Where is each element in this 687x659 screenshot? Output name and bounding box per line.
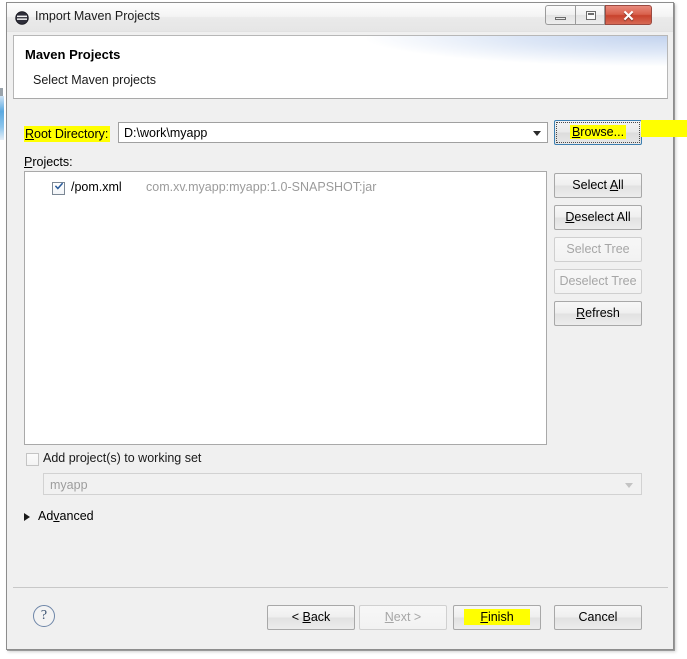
refresh-mnemonic: R bbox=[576, 306, 586, 320]
deselect-all-label: Deselect All bbox=[555, 210, 641, 224]
refresh-suffix: efresh bbox=[585, 306, 620, 320]
back-button-label: < Back bbox=[268, 610, 354, 624]
working-set-value: myapp bbox=[50, 478, 88, 492]
select-all-prefix: Select bbox=[572, 178, 610, 192]
browse-label-text: rowse... bbox=[580, 125, 625, 139]
page-subtitle: Select Maven projects bbox=[33, 73, 156, 87]
add-to-working-set-checkbox[interactable] bbox=[26, 453, 39, 466]
project-coordinates: com.xv.myapp:myapp:1.0-SNAPSHOT:jar bbox=[146, 180, 377, 194]
advanced-label-post: anced bbox=[59, 509, 94, 523]
close-icon: ✕ bbox=[622, 9, 635, 25]
add-to-working-set-label: Add project(s) to working set bbox=[43, 451, 202, 465]
triangle-right-icon bbox=[24, 513, 30, 521]
next-suffix: ext > bbox=[393, 610, 422, 624]
working-set-combo[interactable]: myapp bbox=[43, 473, 642, 495]
root-directory-value: D:\work\myapp bbox=[124, 126, 208, 140]
cancel-button-label: Cancel bbox=[578, 610, 618, 624]
advanced-label: Advanced bbox=[38, 509, 94, 523]
deselect-tree-label: Deselect Tree bbox=[559, 274, 637, 288]
import-maven-projects-dialog: Import Maven Projects ✕ Maven Projects S… bbox=[6, 2, 674, 650]
back-mnemonic: B bbox=[302, 610, 311, 624]
select-all-suffix: ll bbox=[618, 178, 624, 192]
project-checkbox[interactable] bbox=[52, 182, 65, 195]
deselect-tree-button[interactable]: Deselect Tree bbox=[554, 269, 642, 294]
close-button[interactable]: ✕ bbox=[605, 5, 652, 25]
minimize-button[interactable] bbox=[545, 5, 575, 25]
select-all-label: Select All bbox=[555, 178, 641, 192]
browse-button-label: Browse... bbox=[555, 125, 641, 139]
minimize-icon bbox=[555, 17, 566, 20]
root-directory-label-text: oot Directory: bbox=[34, 127, 109, 141]
select-all-button[interactable]: Select All bbox=[554, 173, 642, 198]
select-tree-label: Select Tree bbox=[566, 242, 630, 256]
back-suffix: ack bbox=[310, 610, 331, 624]
window-title-bar: Import Maven Projects ✕ bbox=[7, 3, 673, 32]
next-button[interactable]: Next > bbox=[359, 605, 447, 630]
window-title: Import Maven Projects bbox=[35, 9, 161, 23]
projects-label: Projects: bbox=[24, 155, 73, 169]
back-button[interactable]: < Back bbox=[267, 605, 355, 630]
select-tree-button[interactable]: Select Tree bbox=[554, 237, 642, 262]
refresh-label: Refresh bbox=[555, 306, 641, 320]
advanced-label-pre: Ad bbox=[38, 509, 54, 523]
refresh-button[interactable]: Refresh bbox=[554, 301, 642, 326]
back-prefix: < bbox=[291, 610, 303, 624]
next-button-label: Next > bbox=[360, 610, 446, 624]
finish-button[interactable]: Finish bbox=[453, 605, 541, 630]
maximize-button[interactable] bbox=[575, 5, 605, 25]
select-all-mnemonic: A bbox=[609, 178, 619, 192]
chevron-down-icon bbox=[625, 483, 633, 488]
page-title: Maven Projects bbox=[25, 47, 121, 62]
background-app-blue-strip bbox=[0, 96, 4, 140]
checkmark-icon bbox=[55, 182, 63, 190]
deselect-all-suffix: eselect All bbox=[574, 210, 631, 224]
maximize-icon bbox=[586, 11, 596, 20]
chevron-down-icon[interactable] bbox=[533, 131, 541, 136]
projects-label-text: rojects: bbox=[32, 155, 73, 169]
browse-button[interactable]: Browse... bbox=[554, 120, 642, 145]
root-directory-label-mnemonic: R bbox=[25, 127, 35, 141]
project-pom-path: /pom.xml bbox=[71, 180, 122, 194]
root-directory-combo[interactable]: D:\work\myapp bbox=[118, 122, 548, 143]
banner-gradient bbox=[367, 36, 667, 66]
deselect-all-button[interactable]: Deselect All bbox=[554, 205, 642, 230]
browse-highlight-marker bbox=[641, 120, 687, 137]
dialog-footer: ? < Back Next > Finish Cancel bbox=[13, 588, 668, 646]
cancel-button[interactable]: Cancel bbox=[554, 605, 642, 630]
finish-mnemonic: F bbox=[480, 610, 488, 624]
projects-tree[interactable]: /pom.xml com.xv.myapp:myapp:1.0-SNAPSHOT… bbox=[24, 171, 547, 445]
finish-button-label: Finish bbox=[454, 609, 540, 625]
finish-suffix: inish bbox=[487, 610, 514, 624]
next-mnemonic: N bbox=[384, 610, 394, 624]
eclipse-icon bbox=[15, 11, 29, 25]
root-directory-label: Root Directory: bbox=[24, 126, 111, 142]
wizard-banner: Maven Projects Select Maven projects bbox=[13, 35, 668, 99]
question-mark-icon[interactable]: ? bbox=[33, 605, 55, 627]
